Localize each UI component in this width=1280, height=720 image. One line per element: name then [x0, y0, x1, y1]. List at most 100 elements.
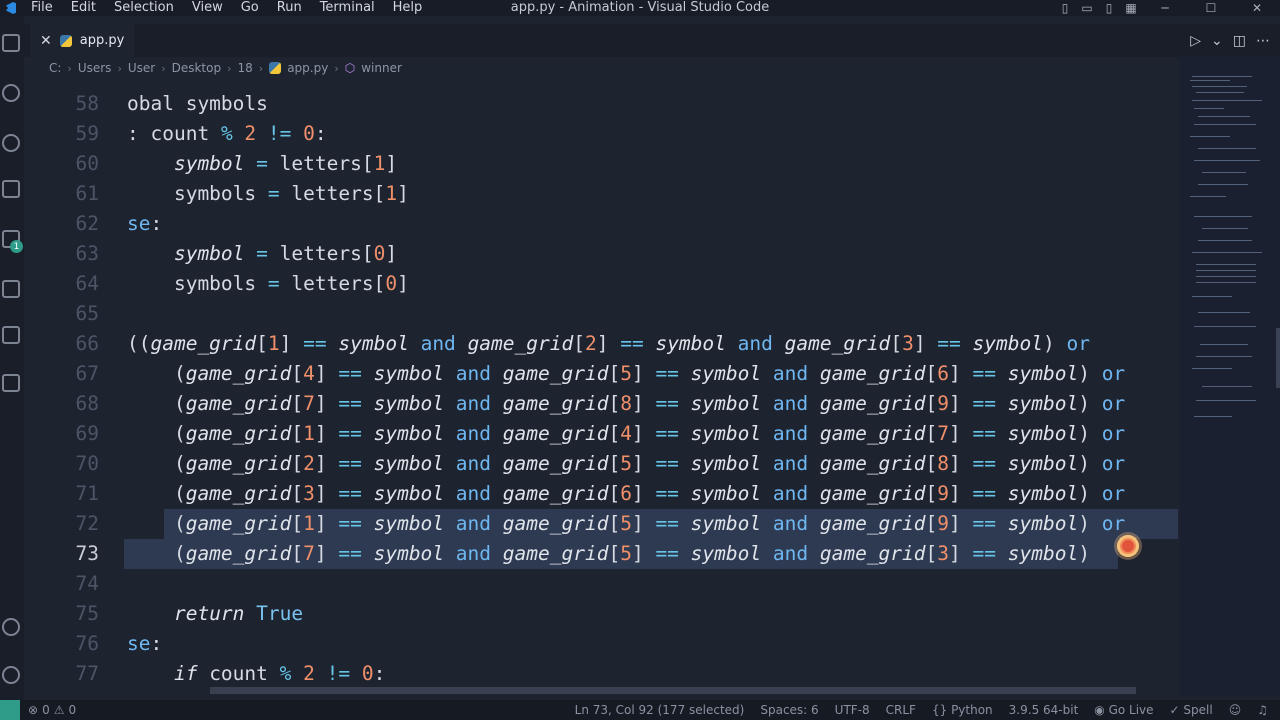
code-line[interactable]: 62 se: [24, 209, 1180, 239]
feedback-icon[interactable]: ☺ [1229, 703, 1242, 717]
run-debug-icon[interactable] [0, 174, 24, 204]
account-icon[interactable] [0, 612, 24, 642]
code-line[interactable]: 58 obal symbols [24, 89, 1180, 119]
breadcrumb-item[interactable]: Desktop [172, 61, 222, 75]
code-line[interactable]: 59: count % 2 != 0: [24, 119, 1180, 149]
line-number: 74 [75, 572, 99, 595]
code-line[interactable]: 75 return True [24, 599, 1180, 629]
breadcrumb-item[interactable]: winner [361, 61, 402, 75]
python-interpreter[interactable]: 3.9.5 64-bit [1009, 703, 1079, 717]
code-line[interactable]: 64 symbols = letters[0] [24, 269, 1180, 299]
code-text: (game_grid[3] == symbol and game_grid[6]… [127, 482, 1126, 505]
encoding[interactable]: UTF-8 [835, 703, 870, 717]
tab-app-py[interactable]: ✕ app.py [30, 24, 135, 57]
menu-go[interactable]: Go [232, 0, 268, 16]
extensions-icon[interactable]: 1 [0, 224, 24, 254]
code-text: se: [127, 212, 163, 235]
breadcrumb-item[interactable]: Users [78, 61, 112, 75]
search-icon[interactable] [0, 78, 24, 108]
vertical-scrollbar[interactable] [1276, 328, 1280, 388]
testing-icon[interactable] [0, 320, 24, 350]
breadcrumb-item[interactable]: User [128, 61, 155, 75]
horizontal-scrollbar[interactable] [210, 687, 1136, 694]
line-number: 58 [75, 92, 99, 115]
code-text: symbols = letters[0] [127, 272, 409, 295]
code-text: symbols = letters[1] [127, 182, 409, 205]
minimap[interactable] [1180, 56, 1280, 696]
braces-icon: {} [931, 703, 952, 717]
language-mode[interactable]: {} Python [932, 703, 993, 717]
problems-indicator[interactable]: ⊗ 0 ⚠ 0 [28, 700, 76, 720]
code-line[interactable]: 61 symbols = letters[1] [24, 179, 1180, 209]
minimap-line [1194, 216, 1252, 217]
minimap-line [1190, 136, 1230, 137]
code-line[interactable]: 74 [24, 569, 1180, 599]
run-file-icon[interactable]: ▷ [1190, 33, 1201, 49]
menu-view[interactable]: View [183, 0, 232, 16]
minimap-line [1196, 282, 1256, 283]
cursor-position[interactable]: Ln 73, Col 92 (177 selected) [575, 703, 745, 717]
menu-file[interactable]: File [22, 0, 62, 16]
minimize-icon[interactable]: ─ [1142, 0, 1188, 16]
minimap-line [1194, 416, 1232, 417]
code-line[interactable]: 60 symbol = letters[1] [24, 149, 1180, 179]
code-line[interactable]: 63 symbol = letters[0] [24, 239, 1180, 269]
menu-terminal[interactable]: Terminal [311, 0, 384, 16]
split-editor-icon[interactable]: ◫ [1233, 33, 1246, 49]
minimap-line [1198, 148, 1256, 149]
close-tab-icon[interactable]: ✕ [40, 33, 52, 49]
maximize-icon[interactable]: ☐ [1188, 0, 1234, 16]
breadcrumb-item[interactable]: app.py [287, 61, 328, 75]
code-text: return True [173, 602, 304, 625]
go-live-button[interactable]: ◉ Go Live [1094, 703, 1153, 717]
code-line[interactable]: 65 [24, 299, 1180, 329]
toggle-sidebar-icon[interactable]: ▯ [1054, 0, 1076, 16]
code-line[interactable]: 76 se: [24, 629, 1180, 659]
code-text: obal symbols [127, 92, 268, 115]
code-text: se: [127, 632, 163, 655]
minimap-line [1192, 368, 1232, 369]
close-window-icon[interactable]: ✕ [1234, 0, 1280, 16]
customize-layout-icon[interactable]: ▦ [1120, 0, 1142, 16]
code-line[interactable]: 69 (game_grid[1] == symbol and game_grid… [24, 419, 1180, 449]
menu-selection[interactable]: Selection [105, 0, 183, 16]
code-text: : count % 2 != 0: [127, 122, 327, 145]
notifications-bell-icon[interactable]: ♫ [1257, 703, 1268, 717]
minimap-line [1198, 240, 1252, 241]
settings-gear-icon[interactable] [0, 660, 24, 690]
code-line[interactable]: 71 (game_grid[3] == symbol and game_grid… [24, 479, 1180, 509]
code-line[interactable]: 77 if count % 2 != 0: [24, 659, 1180, 689]
toggle-panel-icon[interactable]: ▭ [1076, 0, 1098, 16]
code-text: ((game_grid[1] == symbol and game_grid[2… [127, 332, 1090, 355]
code-editor[interactable]: 58 obal symbols 59: count % 2 != 0: 60 symb… [24, 56, 1180, 696]
minimap-line [1194, 124, 1256, 125]
line-number: 60 [75, 152, 99, 175]
toggle-secondary-sidebar-icon[interactable]: ▯ [1098, 0, 1120, 16]
menu-run[interactable]: Run [268, 0, 311, 16]
minimap-line [1192, 296, 1232, 297]
remote-explorer-icon[interactable] [0, 274, 24, 304]
line-number: 63 [75, 242, 99, 265]
code-line[interactable]: 70 (game_grid[2] == symbol and game_grid… [24, 449, 1180, 479]
source-control-icon[interactable] [0, 128, 24, 158]
spell-check[interactable]: ✓ Spell [1170, 703, 1213, 717]
code-line[interactable]: 66 ((game_grid[1] == symbol and game_grid… [24, 329, 1180, 359]
code-line[interactable]: 73 (game_grid[7] == symbol and game_grid… [24, 539, 1180, 569]
explorer-icon[interactable] [0, 28, 24, 58]
chevron-down-icon[interactable]: ⌄ [1211, 33, 1223, 49]
more-actions-icon[interactable]: ⋯ [1256, 33, 1270, 49]
menu-edit[interactable]: Edit [62, 0, 105, 16]
docker-icon[interactable] [0, 368, 24, 398]
line-number: 76 [75, 632, 99, 655]
code-line[interactable]: 72 (game_grid[1] == symbol and game_grid… [24, 509, 1180, 539]
menu-bar: File Edit Selection View Go Run Terminal… [0, 0, 431, 16]
remote-indicator-icon[interactable] [0, 700, 20, 720]
indentation[interactable]: Spaces: 6 [760, 703, 818, 717]
breadcrumb-item[interactable]: 18 [238, 61, 253, 75]
menu-help[interactable]: Help [384, 0, 432, 16]
line-ending[interactable]: CRLF [886, 703, 916, 717]
minimap-line [1202, 386, 1252, 387]
code-line[interactable]: 68 (game_grid[7] == symbol and game_grid… [24, 389, 1180, 419]
breadcrumb-item[interactable]: C: [49, 61, 61, 75]
code-line[interactable]: 67 (game_grid[4] == symbol and game_grid… [24, 359, 1180, 389]
